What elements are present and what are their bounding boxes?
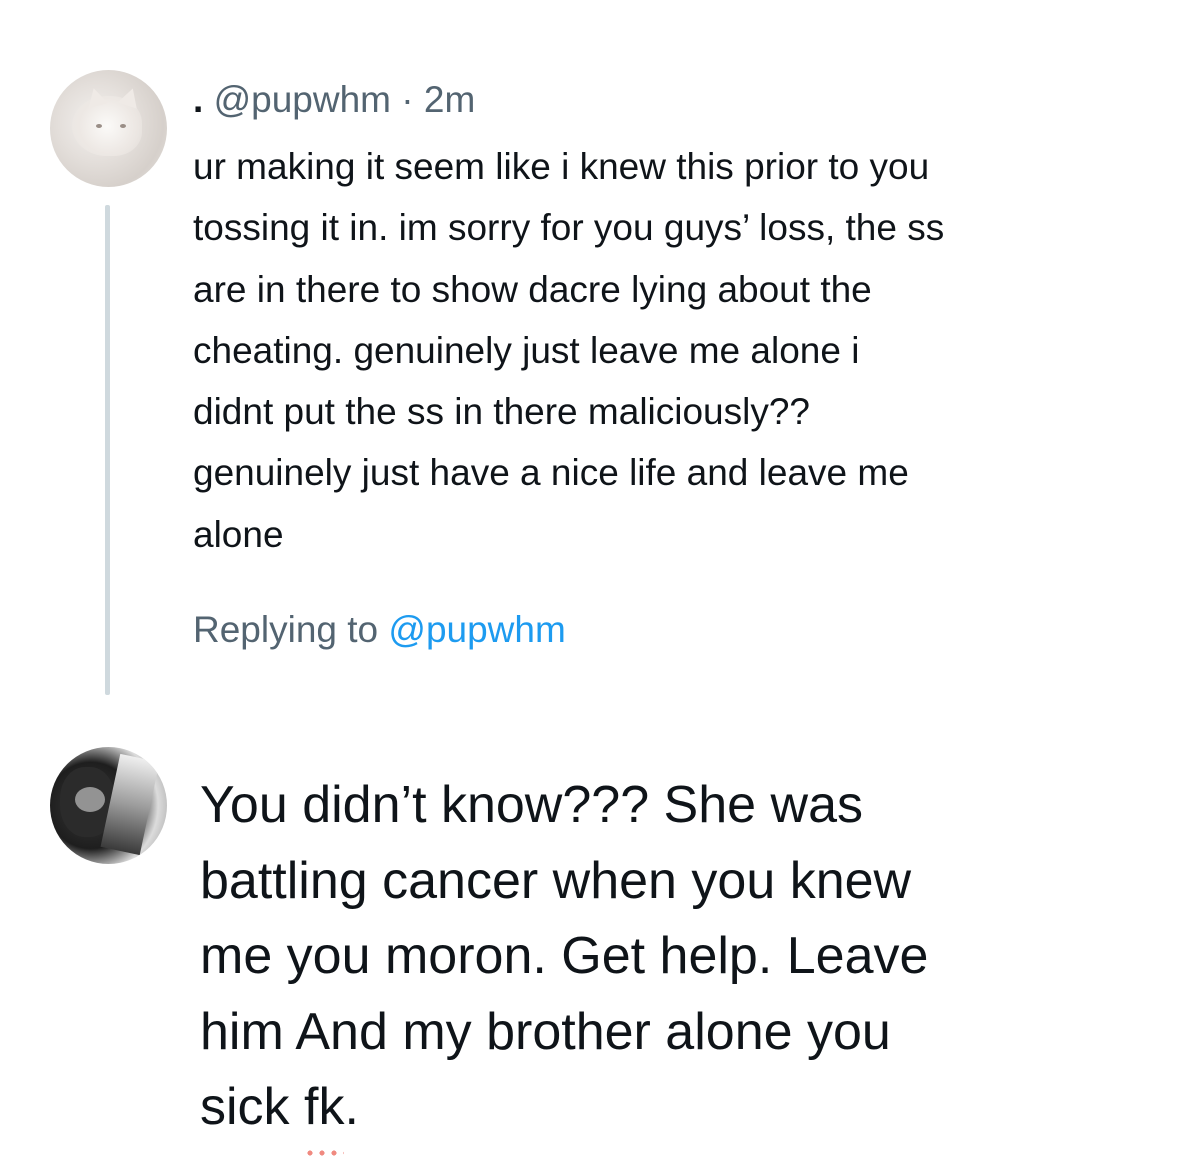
reply-text-line: battling cancer when you knew [200, 851, 912, 910]
reply-text-line: You didn’t know??? She was [200, 776, 863, 834]
cat-eye-right [120, 124, 126, 128]
avatar-photo-light-area [100, 753, 160, 856]
reply-text-last-line: sick fk. [200, 1070, 1160, 1156]
reply-text-segment: sick [200, 1078, 304, 1137]
tweet-text-line: are in there to show dacre lying about t… [193, 268, 872, 310]
parent-tweet-header: . @pupwhm · 2m [193, 78, 475, 122]
parent-tweet[interactable]: . @pupwhm · 2m ur making it seem like i … [0, 0, 1179, 720]
tweet-text-line: ur making it seem like i knew this prior… [193, 146, 930, 187]
reply-text-line: him And my brother alone you [200, 1002, 891, 1061]
parent-tweet-text: ur making it seem like i knew this prior… [193, 136, 1153, 565]
avatar-photo-highlight [75, 787, 105, 812]
cat-eye-left [96, 124, 102, 128]
tweet-text-line: cheating. genuinely just leave me alone … [193, 329, 860, 371]
timestamp[interactable]: 2m [424, 79, 475, 120]
spellcheck-flagged-word[interactable]: fk [304, 1070, 345, 1156]
thread-connector-line [105, 205, 110, 695]
replying-to-label: Replying to [193, 609, 379, 650]
reply-text-segment: . [344, 1078, 359, 1137]
tweet-text-line: tossing it in. im sorry for you guys’ lo… [193, 207, 945, 249]
tweet-text-line: alone [193, 513, 284, 555]
reply-text-line: me you moron. Get help. Leave [200, 927, 929, 986]
handle[interactable]: @pupwhm [214, 79, 391, 120]
replying-to: Replying to @pupwhm [193, 608, 566, 652]
display-name[interactable]: . [193, 79, 203, 120]
parent-tweet-avatar[interactable] [50, 70, 167, 187]
separator-dot: · [401, 79, 414, 120]
reply-author-avatar[interactable] [50, 747, 167, 864]
replying-to-mention-link[interactable]: @pupwhm [388, 609, 565, 650]
tweet-text-line: didnt put the ss in there maliciously?? [193, 391, 811, 433]
reply-compose-text[interactable]: You didn’t know??? She was battling canc… [200, 768, 1160, 1156]
tweet-text-line: genuinely just have a nice life and leav… [193, 452, 909, 494]
